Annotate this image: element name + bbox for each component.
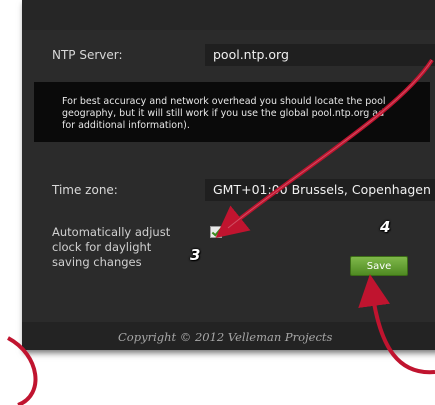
arrow-to-save [358, 274, 435, 375]
annotation-overlay [7, 58, 435, 405]
arrow-to-checkbox [215, 58, 434, 239]
highlight-circle-partial [7, 336, 38, 405]
